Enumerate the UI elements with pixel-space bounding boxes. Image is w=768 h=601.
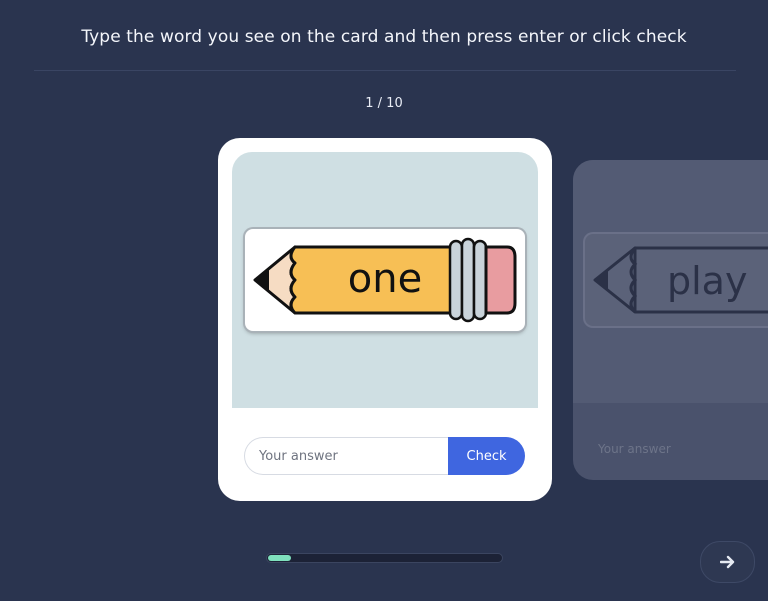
progress-bar [266,553,503,563]
word-image: one [245,229,525,331]
next-word-image: play [585,234,768,326]
arrow-right-icon [719,555,734,569]
pencil-icon: one [253,237,517,323]
flashcard-next: play Your answer [573,160,768,480]
progress-fill [268,555,292,561]
pencil-icon: play [593,246,768,314]
answer-input[interactable] [244,437,462,475]
flashcard-current: one Check [218,138,552,501]
check-button[interactable]: Check [448,437,525,475]
next-word-text: play [667,259,747,303]
card-counter: 1 / 10 [365,96,403,111]
next-button[interactable] [700,541,755,583]
instruction-text: Type the word you see on the card and th… [81,27,687,47]
card-image-area: one [232,152,538,408]
next-card-image-area: play [573,160,768,403]
answer-row: Check [244,437,525,475]
next-answer-placeholder: Your answer [598,442,671,456]
header-divider [34,70,736,71]
word-text: one [348,256,422,302]
